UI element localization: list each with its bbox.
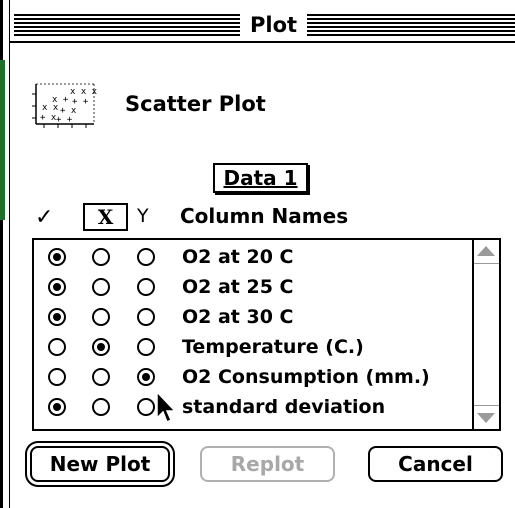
x-radio[interactable] [92, 368, 110, 386]
svg-text:x x x: x x x [70, 87, 98, 97]
mouse-pointer-icon [156, 390, 177, 424]
check-radio[interactable] [48, 368, 66, 386]
check-radio[interactable] [48, 278, 66, 296]
y-radio[interactable] [137, 278, 155, 296]
background-window-edge [0, 0, 10, 508]
svg-text:x x: x x [42, 103, 59, 113]
y-radio[interactable] [137, 338, 155, 356]
new-plot-button[interactable]: New Plot [30, 446, 170, 482]
y-radio[interactable] [137, 398, 155, 416]
list-item: O2 at 30 C [34, 304, 474, 334]
column-list: O2 at 20 C O2 at 25 C O2 at 30 C Tempera… [32, 238, 501, 431]
scroll-down-arrow-icon[interactable] [477, 413, 495, 423]
x-radio[interactable] [92, 278, 110, 296]
check-radio[interactable] [48, 248, 66, 266]
svg-text:+ +: + + [56, 115, 73, 125]
y-column-header[interactable]: Y [137, 205, 149, 227]
y-radio[interactable] [137, 308, 155, 326]
column-name: Temperature (C.) [182, 336, 364, 358]
list-item: Temperature (C.) [34, 334, 474, 364]
check-radio[interactable] [48, 338, 66, 356]
column-name: O2 Consumption (mm.) [182, 366, 430, 388]
x-radio[interactable] [92, 308, 110, 326]
scroll-up-arrow-icon[interactable] [477, 246, 495, 256]
list-item: O2 at 20 C [34, 244, 474, 274]
column-names-header: Column Names [180, 204, 349, 228]
plot-type-label: Scatter Plot [125, 92, 266, 116]
window-title: Plot [240, 10, 308, 40]
column-name: O2 at 25 C [182, 276, 294, 298]
list-item: standard deviation [34, 394, 474, 424]
background-window-strip [0, 60, 5, 220]
svg-text:+ x: + x [40, 113, 57, 123]
check-radio[interactable] [48, 398, 66, 416]
column-name: standard deviation [182, 396, 386, 418]
y-radio[interactable] [137, 248, 155, 266]
replot-button[interactable]: Replot [200, 446, 335, 482]
scroll-track[interactable] [474, 263, 499, 406]
list-item: O2 at 25 C [34, 274, 474, 304]
scatter-plot-icon[interactable]: x x x x + + + x x + x + x + + [30, 80, 100, 132]
y-radio[interactable] [137, 368, 155, 386]
x-radio[interactable] [92, 398, 110, 416]
x-column-header[interactable]: X [83, 203, 128, 231]
check-radio[interactable] [48, 308, 66, 326]
dataset-button[interactable]: Data 1 [213, 163, 308, 193]
column-name: O2 at 20 C [182, 246, 294, 268]
x-radio[interactable] [92, 338, 110, 356]
check-column-header: ✓ [35, 205, 54, 230]
plot-dialog: Plot x x x x + + + x x + x + x + + Scatt… [0, 0, 515, 508]
title-bar[interactable]: Plot [10, 8, 515, 43]
list-scrollbar[interactable] [472, 240, 499, 429]
column-name: O2 at 30 C [182, 306, 294, 328]
x-radio[interactable] [92, 248, 110, 266]
list-item: O2 Consumption (mm.) [34, 364, 474, 394]
cancel-button[interactable]: Cancel [368, 446, 503, 482]
